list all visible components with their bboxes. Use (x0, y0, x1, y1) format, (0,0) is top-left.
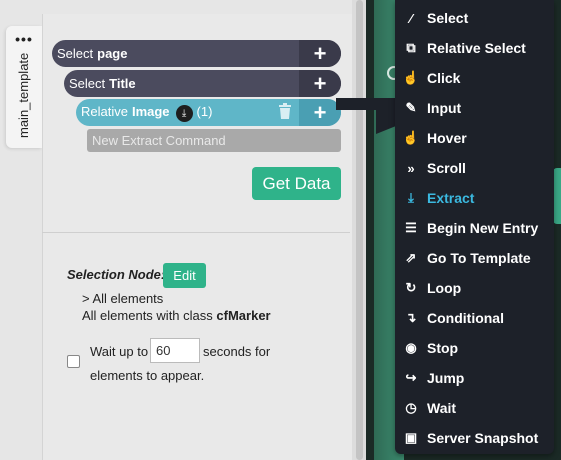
external-link-icon: ⇗ (405, 250, 417, 265)
add-child-button[interactable]: + (299, 40, 341, 67)
new-extract-command-input[interactable]: New Extract Command (87, 129, 341, 152)
menu-item-hover[interactable]: ☝ Hover (395, 123, 554, 153)
select-title-node[interactable]: Select Title + (64, 70, 341, 97)
selection-description-line2: All elements with class cfMarker (82, 308, 271, 323)
menu-item-label: Loop (427, 280, 462, 296)
menu-item-label: Click (427, 70, 461, 86)
menu-item-jump[interactable]: ↪ Jump (395, 363, 554, 393)
scroll-icon: » (407, 160, 415, 176)
select-page-node[interactable]: Select page + (52, 40, 341, 67)
menu-item-begin-new-entry[interactable]: ☰ Begin New Entry (395, 213, 554, 243)
menu-item-label: Input (427, 100, 462, 116)
tab-menu-icon[interactable]: ••• (6, 32, 42, 46)
panel-divider (42, 232, 350, 233)
node-label: Select Title (69, 76, 136, 91)
menu-item-server-snapshot[interactable]: ▣ Server Snapshot (395, 423, 554, 453)
menu-item-label: Server Snapshot (427, 430, 539, 446)
pencil-icon: ✎ (405, 100, 417, 115)
relative-select-icon: ⧉ (406, 40, 416, 55)
menu-item-label: Jump (427, 370, 465, 386)
menu-item-relative-select[interactable]: ⧉ Relative Select (395, 33, 554, 63)
command-type-menu: ⁄ Select ⧉ Relative Select ☝ Click ✎ Input ☝ Hove… (395, 0, 554, 454)
clock-icon: ◷ (405, 400, 417, 415)
wait-label-line2: elements to appear. (90, 368, 205, 383)
menu-item-label: Go To Template (427, 250, 531, 266)
loop-icon: ↻ (405, 280, 417, 295)
edit-selection-button[interactable]: Edit (163, 263, 206, 288)
menu-item-conditional[interactable]: ↴ Conditional (395, 303, 554, 333)
conditional-icon: ↴ (405, 310, 417, 325)
tab-label: main_template (16, 52, 31, 138)
stop-icon: ◉ (405, 340, 417, 355)
get-data-button[interactable]: Get Data (252, 167, 341, 200)
list-icon: ☰ (405, 220, 417, 235)
menu-item-stop[interactable]: ◉ Stop (395, 333, 554, 363)
add-child-button[interactable]: + (299, 99, 341, 126)
selection-node-label: Selection Node: (67, 267, 166, 282)
camera-icon: ▣ (404, 430, 418, 445)
menu-item-label: Hover (427, 130, 467, 146)
menu-item-loop[interactable]: ↻ Loop (395, 273, 554, 303)
menu-item-label: Relative Select (427, 40, 526, 56)
jump-icon: ↪ (405, 370, 417, 385)
menu-item-click[interactable]: ☝ Click (395, 63, 554, 93)
menu-item-input[interactable]: ✎ Input (395, 93, 554, 123)
node-label: Relative Image ⤓ (1) (76, 104, 212, 122)
template-tab[interactable]: ••• main_template (6, 26, 42, 148)
menu-item-label: Scroll (427, 160, 466, 176)
menu-item-label: Conditional (427, 310, 504, 326)
menu-item-label: Begin New Entry (427, 220, 539, 236)
pointer-hand-icon: ☝ (402, 70, 420, 85)
extract-badge-icon: ⤓ (175, 104, 193, 122)
download-icon: ⤓ (408, 190, 414, 205)
scrollbar-thumb[interactable] (356, 0, 363, 460)
wait-label-pre: Wait up to (90, 344, 149, 359)
menu-item-label: Wait (427, 400, 457, 416)
menu-item-label: Extract (427, 190, 475, 206)
node-label: Select page (57, 46, 128, 61)
menu-item-go-to-template[interactable]: ⇗ Go To Template (395, 243, 554, 273)
menu-item-wait[interactable]: ◷ Wait (395, 393, 554, 423)
preview-side-tab[interactable] (553, 168, 561, 224)
add-child-button[interactable]: + (299, 70, 341, 97)
menu-item-scroll[interactable]: » Scroll (395, 153, 554, 183)
menu-item-label: Select (427, 10, 469, 26)
magic-wand-icon: ⁄ (409, 10, 413, 26)
menu-item-extract[interactable]: ⤓ Extract (395, 183, 554, 213)
selection-description-line1: > All elements (82, 291, 164, 306)
extract-count: (1) (196, 103, 213, 119)
wait-seconds-input[interactable] (150, 338, 200, 363)
menu-item-label: Stop (427, 340, 459, 356)
menu-item-select[interactable]: ⁄ Select (395, 3, 554, 33)
trash-icon[interactable] (277, 103, 293, 121)
hover-hand-icon: ☝ (402, 130, 420, 145)
relative-image-node[interactable]: Relative Image ⤓ (1) + (76, 99, 341, 126)
wait-checkbox[interactable] (67, 355, 80, 368)
wait-label-post: seconds for (203, 344, 271, 359)
